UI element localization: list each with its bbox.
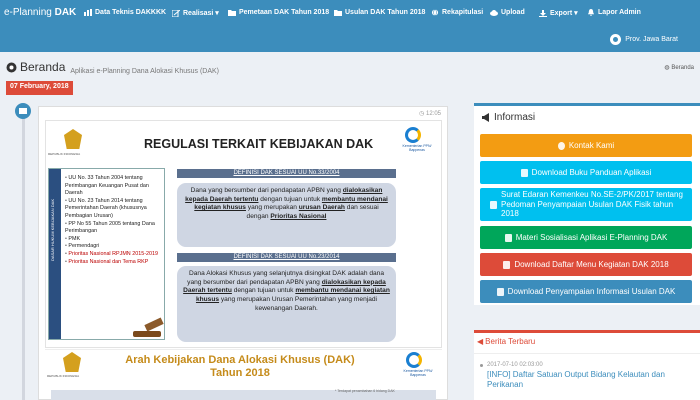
brand-text: e-Planning: [4, 7, 55, 18]
document-icon: [503, 260, 511, 269]
nav-realisasi[interactable]: Realisasi ▾: [172, 9, 219, 17]
info-panel: Informasi Kontak Kami Download Buku Pand…: [474, 103, 700, 305]
cloud-icon: [490, 10, 498, 16]
bullet-icon: [480, 364, 483, 367]
timeline-time: ◷ 12:05: [419, 111, 441, 117]
side-label: DASAR HUKUM KEBIJAKAN DAK: [50, 198, 55, 261]
definition-heading: DEFINISI DAK SESUAI UU No.23/2014: [177, 253, 396, 262]
page-header: Beranda Aplikasi e-Planning Dana Alokasi…: [6, 60, 219, 75]
nav-data-teknis[interactable]: Data Teknis DAKKKK: [84, 9, 166, 16]
info-panel-title: Informasi: [482, 112, 535, 123]
surat-edaran-button[interactable]: Surat Edaran Kemenkeu No.SE-2/PK/2017 te…: [480, 188, 692, 221]
list-item: UU No. 23 Tahun 2014 tentang Pemerintaha…: [65, 198, 165, 221]
timeline-date-badge: 07 February, 2018: [6, 81, 73, 95]
nav-upload[interactable]: Upload: [490, 9, 525, 16]
folder-icon: [334, 10, 342, 16]
list-item: Prioritas Nasional dan Tema RKP: [65, 259, 165, 267]
list-item: PMK: [65, 236, 165, 244]
timeline-line: [22, 104, 25, 400]
download-icon: [539, 9, 547, 17]
regulation-list: UU No. 33 Tahun 2004 tentang Perimbangan…: [65, 175, 165, 266]
download-menu-kegiatan-button[interactable]: Download Daftar Menu Kegiatan DAK 2018: [480, 253, 692, 276]
top-navbar: e-Planning DAK Data Teknis DAKKKK Realis…: [0, 0, 700, 52]
document-icon: [496, 287, 504, 296]
nav-export[interactable]: Export ▾: [539, 9, 578, 17]
emblem-caption: REPUBLIK INDONESIA: [48, 152, 81, 156]
bappenas-logo: Kementerian PPN/ Bappenas: [400, 352, 436, 378]
list-item: PP No 55 Tahun 2005 tentang Dana Perimba…: [65, 221, 165, 236]
page-subtitle: Aplikasi e-Planning Dana Alokasi Khusus …: [70, 67, 220, 75]
nav-usulan[interactable]: Usulan DAK Tahun 2018: [334, 9, 425, 16]
document-icon: [504, 233, 512, 242]
nav-lapor-admin[interactable]: Lapor Admin: [587, 9, 641, 16]
dashboard-icon: [6, 62, 17, 72]
download-guide-button[interactable]: Download Buku Panduan Aplikasi: [480, 161, 692, 184]
user-menu[interactable]: Prov. Jawa Barat: [610, 34, 678, 45]
emblem-caption: REPUBLIK INDONESIA: [47, 374, 80, 378]
brand-bold-text: DAK: [54, 7, 77, 18]
list-item: UU No. 33 Tahun 2004 tentang Perimbangan…: [65, 175, 165, 198]
bullhorn-icon: [482, 113, 489, 122]
regulation-slide-image: REPUBLIK INDONESIA REGULASI TERKAIT KEBI…: [45, 120, 442, 348]
slide-title: REGULASI TERKAIT KEBIJAKAN DAK: [144, 137, 374, 151]
slide-title: Arah Kebijakan Dana Alokasi Khusus (DAK)…: [125, 354, 355, 379]
news-link[interactable]: [INFO] Daftar Satuan Output Bidang Kelau…: [487, 370, 692, 390]
contact-button[interactable]: Kontak Kami: [480, 134, 692, 157]
definition-box: Dana yang bersumber dari pendapatan APBN…: [177, 183, 396, 247]
user-name: Prov. Jawa Barat: [625, 36, 678, 43]
bullhorn-icon: ◀: [477, 337, 484, 346]
edit-icon: [172, 9, 180, 17]
definition-heading: DEFINISI DAK SESUAI UU No.33/2004: [177, 169, 396, 178]
nav-pemetaan[interactable]: Pemetaan DAK Tahun 2018: [228, 9, 329, 16]
news-panel: ◀ Berita Terbaru 2017-07-10 02:03:00 [INF…: [474, 330, 700, 400]
globe-icon: [431, 9, 439, 16]
garuda-emblem: [64, 129, 82, 149]
bappenas-logo: Kementerian PPN/ Bappenas: [399, 127, 435, 153]
bell-icon: [587, 9, 595, 16]
news-panel-title: ◀ Berita Terbaru: [477, 337, 536, 346]
document-icon: [490, 200, 497, 209]
nav-rekapitulasi[interactable]: Rekapitulasi: [431, 9, 483, 16]
gavel-icon: [133, 317, 167, 337]
list-item: Prioritas Nasional RPJMN 2015-2019: [65, 251, 165, 259]
materi-sosialisasi-button[interactable]: Materi Sosialisasi Aplikasi E-Planning D…: [480, 226, 692, 249]
breadcrumb[interactable]: ◍ Beranda: [664, 64, 694, 71]
policy-slide-image: REPUBLIK INDONESIA Arah Kebijakan Dana A…: [45, 349, 442, 400]
list-item: Permendagri: [65, 243, 165, 251]
chart-icon: [84, 9, 92, 16]
definition-box: Dana Alokasi Khusus yang selanjutnya dis…: [177, 266, 396, 342]
garuda-emblem: [63, 352, 81, 372]
brand-logo[interactable]: e-Planning DAK: [4, 7, 76, 18]
folder-icon: [228, 10, 236, 16]
download-penyampaian-button[interactable]: Download Penyampaian Informasi Usulan DA…: [480, 280, 692, 303]
book-icon: [520, 168, 528, 177]
slide-footnote: * Terdapat penambahan 6 bidang DAK: [335, 389, 395, 393]
info-circle-icon: [557, 141, 565, 150]
regulation-list-panel: DASAR HUKUM KEBIJAKAN DAK UU No. 33 Tahu…: [48, 168, 165, 340]
page-title: Beranda: [6, 60, 65, 74]
news-date: 2017-07-10 02:03:00: [487, 362, 543, 368]
avatar: [610, 34, 622, 45]
envelope-icon: [15, 103, 31, 119]
timeline-item: ◷ 12:05 REPUBLIK INDONESIA REGULASI TERK…: [38, 106, 448, 400]
